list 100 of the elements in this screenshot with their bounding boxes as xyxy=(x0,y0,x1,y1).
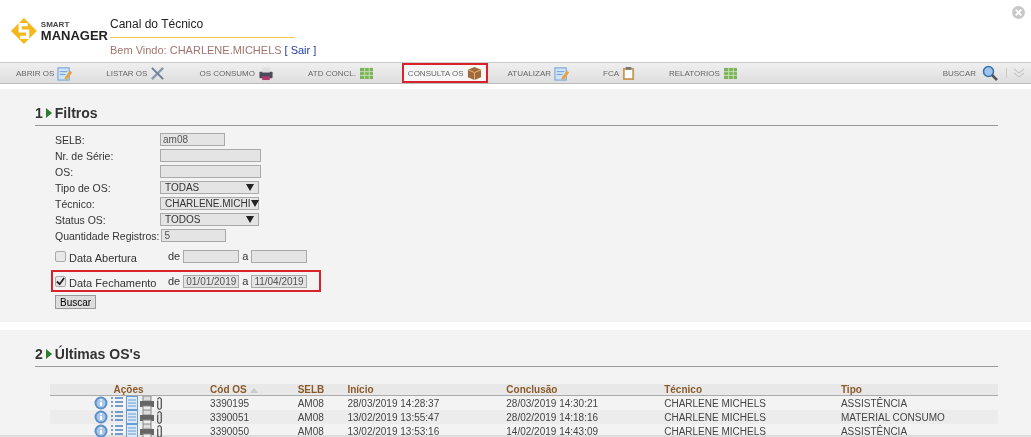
table-cell: AM08 xyxy=(294,410,345,424)
input-field[interactable] xyxy=(160,165,261,178)
field-label: SELB: xyxy=(55,133,86,146)
clipboard-icon xyxy=(622,65,635,81)
table-cell: 13/02/2019 13:55:47 xyxy=(344,410,504,424)
nav-tab[interactable]: OS CONSUMO xyxy=(193,63,280,83)
close-icon[interactable] xyxy=(1012,6,1025,19)
column-header[interactable]: Ações xyxy=(50,384,208,396)
range-label: de xyxy=(168,250,181,262)
nav-tab[interactable]: ATD CONCL. xyxy=(302,63,380,83)
input-field[interactable]: am08 xyxy=(160,133,225,146)
field-label: Tipo de OS: xyxy=(55,181,112,194)
bracket-text: [ xyxy=(284,44,288,56)
checkbox[interactable] xyxy=(55,250,66,262)
field-label: OS: xyxy=(55,165,75,178)
section-title: Últimas OS's xyxy=(54,346,141,362)
arrow-icon xyxy=(45,349,52,359)
tools-icon xyxy=(150,65,166,81)
table-cell: 28/03/2019 14:28:37 xyxy=(344,395,504,410)
table-cell: ASSISTÊNCIA xyxy=(837,424,998,437)
document-icon[interactable] xyxy=(126,424,139,437)
document-icon[interactable] xyxy=(126,410,139,424)
field-label: Quantidade Registros: xyxy=(55,229,161,242)
info-icon[interactable] xyxy=(94,396,109,410)
list-icon[interactable] xyxy=(110,424,125,437)
table-cell: ASSISTÊNCIA xyxy=(837,395,998,410)
column-header[interactable]: Início xyxy=(344,384,504,396)
table-cell: AM08 xyxy=(294,395,345,410)
nav-tab[interactable]: CONSULTA OS xyxy=(401,63,488,83)
nav-tab[interactable]: ATUALIZAR xyxy=(501,63,575,83)
sort-icon xyxy=(249,388,258,393)
input-field[interactable] xyxy=(160,149,261,162)
date-field[interactable] xyxy=(251,249,308,263)
paperclip-icon[interactable] xyxy=(156,409,164,425)
spreadsheet-icon xyxy=(722,66,738,80)
welcome-text: Bem Vindo: CHARLENE.MICHELS xyxy=(110,44,282,56)
column-header[interactable]: SELB xyxy=(294,384,345,396)
search-icon[interactable] xyxy=(982,65,998,81)
table-cell: 3390050 xyxy=(207,424,295,437)
notepad-icon xyxy=(554,65,569,81)
nav-tab[interactable]: FCA xyxy=(597,63,641,83)
table-cell: 28/02/2019 14:18:16 xyxy=(503,410,662,424)
logo-tagline: SMART xyxy=(40,20,71,29)
notepad-icon xyxy=(57,65,73,81)
checkbox-label: Data Fechamento xyxy=(69,276,158,289)
paperclip-icon[interactable] xyxy=(156,395,164,411)
dropdown[interactable]: TODAS xyxy=(160,181,259,194)
table-cell: AM08 xyxy=(294,424,345,437)
range-label: a xyxy=(242,275,249,287)
printer-icon[interactable] xyxy=(140,410,155,424)
section-title: Filtros xyxy=(54,105,98,121)
nav-tab[interactable]: RELATORIOS xyxy=(663,63,744,83)
dropdown[interactable]: CHARLENE.MICHI xyxy=(160,197,259,210)
caret-icon xyxy=(246,184,254,191)
column-header[interactable]: Conclusão xyxy=(503,384,662,396)
box-icon xyxy=(466,65,482,81)
expand-icon[interactable] xyxy=(1006,68,1025,78)
search-button[interactable]: Buscar xyxy=(55,295,97,309)
app-title: Canal do Técnico xyxy=(110,17,295,38)
date-field[interactable]: 11/04/2019 xyxy=(251,274,308,288)
table-cell: 28/03/2019 14:30:21 xyxy=(503,395,662,410)
printer-icon xyxy=(258,65,274,81)
dropdown[interactable]: TODOS xyxy=(160,213,259,226)
table-cell: CHARLENE MICHELS xyxy=(661,424,838,437)
nav-tab[interactable]: LISTAR OS xyxy=(100,63,172,83)
field-label: Técnico: xyxy=(55,197,96,210)
list-icon[interactable] xyxy=(110,410,125,424)
printer-icon[interactable] xyxy=(140,424,155,437)
search-button[interactable]: BUSCAR xyxy=(936,68,982,78)
date-field[interactable]: 01/01/2019 xyxy=(183,274,240,288)
input-field[interactable]: 5 xyxy=(161,229,227,242)
caret-icon xyxy=(246,216,254,223)
table-cell: 14/02/2019 14:43:09 xyxy=(503,424,662,437)
range-label: a xyxy=(242,250,249,262)
table-cell: CHARLENE MICHELS xyxy=(661,410,838,424)
field-label: Nr. de Série: xyxy=(55,149,115,162)
logo-wordmark: MANAGER xyxy=(40,28,108,42)
range-label: de xyxy=(168,275,181,287)
table-cell: CHARLENE MICHELS xyxy=(661,395,838,410)
list-icon[interactable] xyxy=(110,396,125,410)
checkbox[interactable] xyxy=(55,275,66,287)
info-icon[interactable] xyxy=(94,424,109,437)
logout-link[interactable]: Sair xyxy=(290,44,311,56)
printer-icon[interactable] xyxy=(140,396,155,410)
field-label: Status OS: xyxy=(55,213,107,226)
column-header[interactable]: Técnico xyxy=(661,384,838,396)
info-icon[interactable] xyxy=(94,410,109,424)
bracket-text: ] xyxy=(313,44,317,56)
logo-icon xyxy=(10,16,38,46)
section-number: 2 xyxy=(35,346,43,362)
paperclip-icon[interactable] xyxy=(156,423,164,437)
date-field[interactable] xyxy=(183,249,240,263)
table-cell: 13/02/2019 13:53:16 xyxy=(344,424,504,437)
checkbox-label: Data Abertura xyxy=(69,251,138,264)
arrow-icon xyxy=(45,108,52,118)
document-icon[interactable] xyxy=(126,396,139,410)
table-cell: MATERIAL CONSUMO xyxy=(837,410,998,424)
column-header[interactable]: Tipo xyxy=(837,384,998,396)
nav-tab[interactable]: ABRIR OS xyxy=(10,63,79,83)
column-header[interactable]: Cód OS xyxy=(207,384,295,396)
